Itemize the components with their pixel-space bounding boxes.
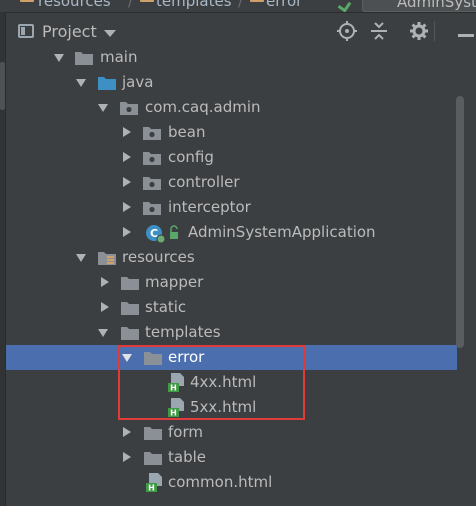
tree-node-templates[interactable]: templates: [6, 320, 457, 345]
tree-node-label: templates: [145, 323, 221, 341]
tree-node-controller[interactable]: controller: [6, 170, 457, 195]
minimize-icon[interactable]: [458, 34, 474, 37]
tree-node-bean[interactable]: bean: [6, 120, 457, 145]
collapse-arrow-icon[interactable]: [123, 127, 131, 137]
folder-icon: [250, 0, 264, 2]
folder-icon: [121, 275, 139, 290]
expand-arrow-icon[interactable]: [98, 104, 108, 112]
locate-icon[interactable]: [336, 20, 358, 42]
panel-title[interactable]: Project: [42, 22, 97, 42]
tree-node-label: 5xx.html: [190, 398, 257, 416]
package-icon: [143, 200, 161, 215]
tree-node-label: form: [168, 423, 203, 441]
html-file-icon: H: [168, 398, 186, 418]
tree-node-label: interceptor: [168, 198, 251, 216]
tree-node-table[interactable]: table: [6, 445, 457, 470]
scrollbar-thumb[interactable]: [456, 96, 464, 348]
tree-node-label: com.caq.admin: [145, 98, 261, 116]
svg-text:H: H: [170, 409, 177, 418]
folder-icon: [144, 450, 162, 465]
svg-text:H: H: [170, 384, 177, 393]
tree-node-label: 4xx.html: [190, 373, 257, 391]
tree-node-5xx-html[interactable]: H 5xx.html: [6, 395, 457, 420]
tree-node-label: error: [168, 348, 205, 366]
project-tree[interactable]: main java com.caq.admin bean config cont…: [6, 50, 457, 506]
tree-node-label: mapper: [145, 273, 204, 291]
tree-node-label: bean: [168, 123, 206, 141]
collapse-arrow-icon[interactable]: [123, 177, 131, 187]
tree-node-config[interactable]: config: [6, 145, 457, 170]
tree-node-label: java: [122, 73, 154, 91]
expand-arrow-icon[interactable]: [76, 79, 86, 87]
tree-node-label: table: [168, 448, 206, 466]
tree-node-form[interactable]: form: [6, 420, 457, 445]
project-tool-window: resources / templates / error AdminSyst …: [0, 0, 476, 506]
folder-icon: [75, 50, 93, 65]
tree-node-error[interactable]: error: [6, 345, 457, 370]
tree-node-4xx-html[interactable]: H 4xx.html: [6, 370, 457, 395]
run-configuration-label: AdminSyst: [397, 0, 476, 11]
tree-node-label: config: [168, 148, 214, 166]
tree-node-interceptor[interactable]: interceptor: [6, 195, 457, 220]
run-configuration-selector[interactable]: AdminSyst: [362, 0, 476, 12]
collapse-arrow-icon[interactable]: [101, 277, 109, 287]
folder-icon: [121, 300, 139, 315]
expand-arrow-icon[interactable]: [76, 254, 86, 262]
expand-arrow-icon[interactable]: [54, 54, 64, 62]
package-icon: [143, 175, 161, 190]
header-divider: [434, 21, 435, 41]
chevron-down-icon[interactable]: [104, 30, 116, 37]
tree-node-label: static: [145, 298, 187, 316]
folder-icon: [140, 0, 154, 2]
collapse-arrow-icon[interactable]: [123, 152, 131, 162]
folder-icon: [144, 350, 162, 365]
tree-node-label: AdminSystemApplication: [188, 223, 376, 241]
breadcrumb-templates[interactable]: templates: [156, 0, 232, 11]
build-check-icon: [337, 0, 352, 12]
project-icon: [18, 24, 34, 38]
folder-icon: [20, 0, 34, 2]
collapse-arrow-icon[interactable]: [123, 227, 131, 237]
collapse-arrow-icon[interactable]: [101, 302, 109, 312]
tree-node-admin-system-application[interactable]: C AdminSystemApplication: [6, 220, 457, 245]
breadcrumb-resources[interactable]: resources: [38, 0, 111, 11]
resources-folder-icon: [98, 250, 116, 265]
svg-text:H: H: [148, 484, 155, 493]
expand-arrow-icon[interactable]: [98, 329, 108, 337]
collapse-arrow-icon[interactable]: [123, 202, 131, 212]
panel-header: Project: [6, 13, 476, 50]
html-file-icon: H: [168, 373, 186, 393]
tree-node-common-html[interactable]: H common.html: [6, 470, 457, 495]
tree-node-label: common.html: [168, 473, 273, 491]
tree-node-java[interactable]: java: [6, 70, 457, 95]
tree-node-com-caq-admin[interactable]: com.caq.admin: [6, 95, 457, 120]
collapse-arrow-icon[interactable]: [123, 452, 131, 462]
tree-node-mapper[interactable]: mapper: [6, 270, 457, 295]
package-icon: [143, 125, 161, 140]
folder-icon: [121, 325, 139, 340]
tree-node-label: main: [100, 50, 138, 66]
folder-icon: [144, 425, 162, 440]
breadcrumb-error[interactable]: error: [266, 0, 302, 11]
gear-icon[interactable]: [408, 20, 430, 42]
package-icon: [143, 150, 161, 165]
navigation-bar: resources / templates / error AdminSyst: [0, 0, 476, 13]
collapse-all-icon[interactable]: [368, 20, 390, 42]
source-folder-icon: [98, 75, 116, 90]
tree-node-main[interactable]: main: [6, 50, 457, 70]
collapse-arrow-icon[interactable]: [123, 427, 131, 437]
package-icon: [120, 100, 138, 115]
tree-node-resources[interactable]: resources: [6, 245, 457, 270]
left-strip-handle[interactable]: [0, 62, 5, 110]
expand-arrow-icon[interactable]: [122, 354, 132, 362]
tree-node-label: resources: [122, 248, 195, 266]
tree-node-static[interactable]: static: [6, 295, 457, 320]
tree-node-label: controller: [168, 173, 240, 191]
html-file-icon: H: [146, 473, 164, 493]
spring-boot-class-icon: C: [144, 223, 186, 244]
